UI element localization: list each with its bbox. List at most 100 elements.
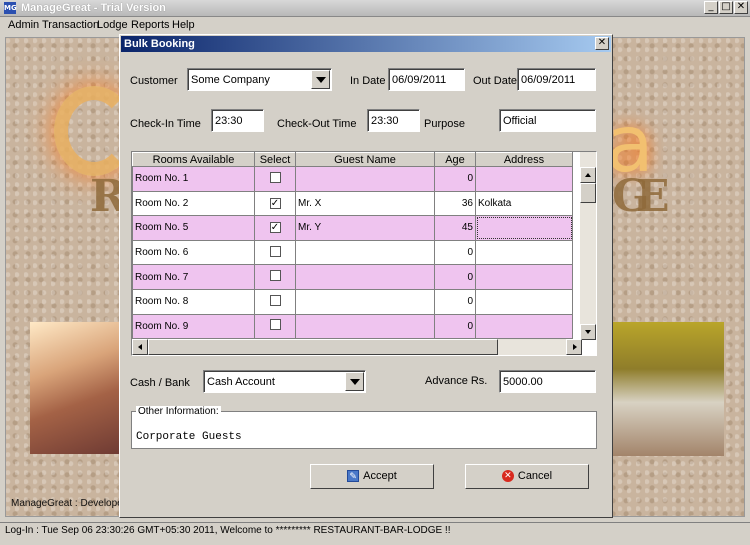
room-cell[interactable]: Room No. 2 xyxy=(132,190,255,217)
age-cell[interactable]: 0 xyxy=(434,288,476,315)
rooms-table[interactable]: Rooms Available Select Guest Name Age Ad… xyxy=(131,151,597,356)
guest-name-cell[interactable] xyxy=(295,239,435,266)
column-header-age[interactable]: Age xyxy=(434,152,476,167)
chevron-down-icon[interactable] xyxy=(311,70,330,89)
guest-name-cell[interactable] xyxy=(295,166,435,192)
guest-name-cell[interactable]: Mr. Y xyxy=(295,215,435,241)
address-cell-focused[interactable] xyxy=(475,215,573,241)
bulk-booking-dialog: Bulk Booking ✕ Customer Some Company In … xyxy=(119,34,613,518)
room-photo xyxy=(612,322,724,456)
menubar: Admin Transaction Lodge Reports Help xyxy=(0,17,750,34)
table-row[interactable]: Room No. 6 0 xyxy=(132,239,573,266)
address-cell[interactable] xyxy=(475,239,573,266)
other-information-title: Other Information: xyxy=(136,406,221,417)
select-cell[interactable] xyxy=(254,264,296,290)
select-checkbox[interactable] xyxy=(269,245,281,257)
address-cell[interactable]: Kolkata xyxy=(475,190,573,217)
room-cell[interactable]: Room No. 1 xyxy=(132,166,255,192)
advance-label: Advance Rs. xyxy=(425,375,488,387)
column-header-address[interactable]: Address xyxy=(475,152,573,167)
chevron-down-icon[interactable] xyxy=(345,372,364,391)
guest-name-cell[interactable]: Mr. X xyxy=(295,190,435,217)
purpose-field[interactable]: Official xyxy=(499,109,596,132)
room-cell[interactable]: Room No. 6 xyxy=(132,239,255,266)
address-cell[interactable] xyxy=(475,288,573,315)
purpose-label: Purpose xyxy=(424,118,465,130)
column-header-rooms[interactable]: Rooms Available xyxy=(132,152,255,167)
address-cell[interactable] xyxy=(475,313,573,340)
room-cell[interactable]: Room No. 8 xyxy=(132,288,255,315)
table-row[interactable]: Room No. 8 0 xyxy=(132,288,573,315)
maximize-button[interactable]: □ xyxy=(719,1,733,14)
out-date-field[interactable]: 06/09/2011 xyxy=(517,68,596,91)
select-cell[interactable]: ✓ xyxy=(254,215,296,241)
customer-combo[interactable]: Some Company xyxy=(187,68,332,91)
cancel-button[interactable]: ✕ Cancel xyxy=(465,464,589,489)
scroll-down-icon[interactable] xyxy=(580,324,596,340)
scroll-right-icon[interactable] xyxy=(566,339,582,355)
menu-help[interactable]: Help xyxy=(172,19,195,31)
select-checkbox[interactable] xyxy=(269,319,281,331)
room-cell[interactable]: Room No. 5 xyxy=(132,215,255,241)
other-information-box[interactable]: Other Information: Corporate Guests xyxy=(131,406,597,449)
out-date-label: Out Date : xyxy=(473,75,524,87)
select-checkbox[interactable]: ✓ xyxy=(269,222,281,234)
table-row[interactable]: Room No. 9 0 xyxy=(132,313,573,340)
app-icon: MG xyxy=(4,2,17,14)
guest-name-cell[interactable] xyxy=(295,264,435,290)
age-cell[interactable]: 0 xyxy=(434,239,476,266)
horizontal-scrollbar[interactable] xyxy=(132,339,582,355)
app-title: ManageGreat - Trial Version xyxy=(21,2,166,14)
room-cell[interactable]: Room No. 7 xyxy=(132,264,255,290)
accept-button[interactable]: ✎ Accept xyxy=(310,464,434,489)
address-cell[interactable] xyxy=(475,264,573,290)
checkin-time-field[interactable]: 23:30 xyxy=(211,109,264,132)
select-checkbox[interactable] xyxy=(269,294,281,306)
menu-lodge[interactable]: Lodge xyxy=(97,19,128,31)
other-information-text[interactable]: Corporate Guests xyxy=(136,431,242,443)
select-cell[interactable] xyxy=(254,288,296,315)
close-button[interactable]: ✕ xyxy=(734,1,748,14)
age-cell[interactable]: 0 xyxy=(434,264,476,290)
guest-name-cell[interactable] xyxy=(295,288,435,315)
select-cell[interactable] xyxy=(254,239,296,266)
app-titlebar: MG ManageGreat - Trial Version _ □ ✕ xyxy=(0,0,750,17)
menu-reports[interactable]: Reports xyxy=(131,19,170,31)
select-cell[interactable]: ✓ xyxy=(254,190,296,217)
age-cell[interactable]: 45 xyxy=(434,215,476,241)
horizontal-scroll-thumb[interactable] xyxy=(148,339,498,355)
table-row[interactable]: Room No. 7 0 xyxy=(132,264,573,290)
scroll-up-icon[interactable] xyxy=(580,167,596,183)
select-cell[interactable] xyxy=(254,166,296,192)
cash-bank-combo[interactable]: Cash Account xyxy=(203,370,366,393)
menu-transaction[interactable]: Transaction xyxy=(42,19,99,31)
in-date-value: 06/09/2011 xyxy=(392,74,447,86)
vertical-scrollbar[interactable] xyxy=(580,152,596,340)
minimize-button[interactable]: _ xyxy=(704,1,718,14)
in-date-field[interactable]: 06/09/2011 xyxy=(388,68,465,91)
table-row[interactable]: Room No. 1 0 xyxy=(132,166,573,192)
age-cell[interactable]: 0 xyxy=(434,313,476,340)
customer-label: Customer xyxy=(130,75,178,87)
select-checkbox[interactable]: ✓ xyxy=(269,197,281,209)
guest-name-cell[interactable] xyxy=(295,313,435,340)
advance-field[interactable]: 5000.00 xyxy=(499,370,596,393)
address-cell[interactable] xyxy=(475,166,573,192)
checkout-time-field[interactable]: 23:30 xyxy=(367,109,420,132)
select-checkbox[interactable] xyxy=(269,171,281,183)
dialog-close-button[interactable]: ✕ xyxy=(595,37,609,50)
select-cell[interactable] xyxy=(254,313,296,340)
age-cell[interactable]: 0 xyxy=(434,166,476,192)
scroll-left-icon[interactable] xyxy=(132,339,148,355)
cancel-icon: ✕ xyxy=(501,470,514,483)
room-cell[interactable]: Room No. 9 xyxy=(132,313,255,340)
column-header-select[interactable]: Select xyxy=(254,152,296,167)
column-header-guest-name[interactable]: Guest Name xyxy=(295,152,435,167)
menu-admin[interactable]: Admin xyxy=(8,19,39,31)
select-checkbox[interactable] xyxy=(269,270,281,282)
vertical-scroll-thumb[interactable] xyxy=(580,183,596,203)
checkin-time-value: 23:30 xyxy=(215,115,243,127)
age-cell[interactable]: 36 xyxy=(434,190,476,217)
table-row[interactable]: Room No. 5 ✓ Mr. Y 45 xyxy=(132,215,573,241)
table-row[interactable]: Room No. 2 ✓ Mr. X 36 Kolkata xyxy=(132,190,573,217)
